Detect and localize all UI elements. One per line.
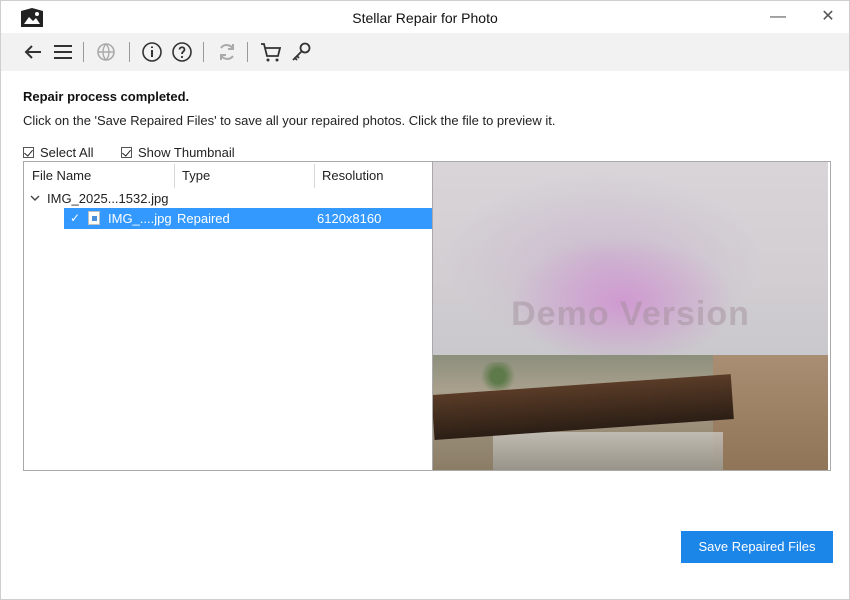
child-file-resolution: 6120x8160 bbox=[317, 211, 382, 226]
cart-icon[interactable] bbox=[259, 40, 283, 64]
select-all-checkbox[interactable]: Select All bbox=[23, 144, 93, 160]
window-title: Stellar Repair for Photo bbox=[352, 10, 498, 26]
chevron-down-icon[interactable] bbox=[30, 190, 40, 208]
toolbar-divider bbox=[203, 42, 204, 62]
toolbar bbox=[1, 33, 849, 71]
info-icon[interactable] bbox=[140, 40, 164, 64]
status-headline: Repair process completed. bbox=[23, 89, 190, 104]
instruction-text: Click on the 'Save Repaired Files' to sa… bbox=[23, 113, 556, 128]
back-arrow-icon[interactable] bbox=[21, 40, 45, 64]
menu-icon[interactable] bbox=[51, 40, 75, 64]
column-header-type[interactable]: Type bbox=[174, 162, 314, 190]
checkbox-box[interactable] bbox=[23, 146, 34, 158]
file-table: File Name Type Resolution IMG_2025...153… bbox=[23, 161, 433, 471]
save-repaired-files-button[interactable]: Save Repaired Files bbox=[681, 531, 833, 563]
preview-foliage bbox=[478, 362, 518, 390]
parent-file-name: IMG_2025...1532.jpg bbox=[47, 191, 169, 206]
refresh-icon[interactable] bbox=[215, 40, 239, 64]
checkbox-box[interactable] bbox=[121, 146, 132, 158]
preview-shadow bbox=[493, 432, 723, 470]
column-header-resolution[interactable]: Resolution bbox=[314, 162, 432, 190]
help-icon[interactable] bbox=[170, 40, 194, 64]
minimize-button[interactable]: — bbox=[763, 7, 793, 27]
globe-icon[interactable] bbox=[94, 40, 118, 64]
show-thumbnail-checkbox[interactable]: Show Thumbnail bbox=[121, 144, 235, 160]
toolbar-divider bbox=[247, 42, 248, 62]
photo-preview[interactable]: Demo Version bbox=[433, 161, 831, 471]
app-window: Stellar Repair for Photo — ✕ Repair proc… bbox=[0, 0, 850, 600]
close-button[interactable]: ✕ bbox=[813, 7, 843, 27]
select-all-label: Select All bbox=[40, 144, 94, 160]
toolbar-divider bbox=[129, 42, 130, 62]
child-file-name: IMG_....jpg bbox=[108, 211, 172, 226]
row-checkmark[interactable]: ✓ bbox=[70, 208, 80, 229]
toolbar-divider bbox=[83, 42, 84, 62]
key-icon[interactable] bbox=[289, 40, 313, 64]
column-header-file-name[interactable]: File Name bbox=[24, 162, 174, 190]
table-row-selected[interactable]: ✓ IMG_....jpg Repaired 6120x8160 bbox=[64, 208, 432, 229]
child-file-type: Repaired bbox=[177, 211, 230, 226]
table-header: File Name Type Resolution bbox=[24, 162, 432, 190]
tree-row-parent[interactable]: IMG_2025...1532.jpg bbox=[24, 190, 432, 208]
image-file-icon bbox=[88, 211, 100, 225]
show-thumbnail-label: Show Thumbnail bbox=[138, 144, 235, 160]
demo-watermark: Demo Version bbox=[511, 295, 750, 333]
title-bar: Stellar Repair for Photo — ✕ bbox=[1, 1, 849, 33]
